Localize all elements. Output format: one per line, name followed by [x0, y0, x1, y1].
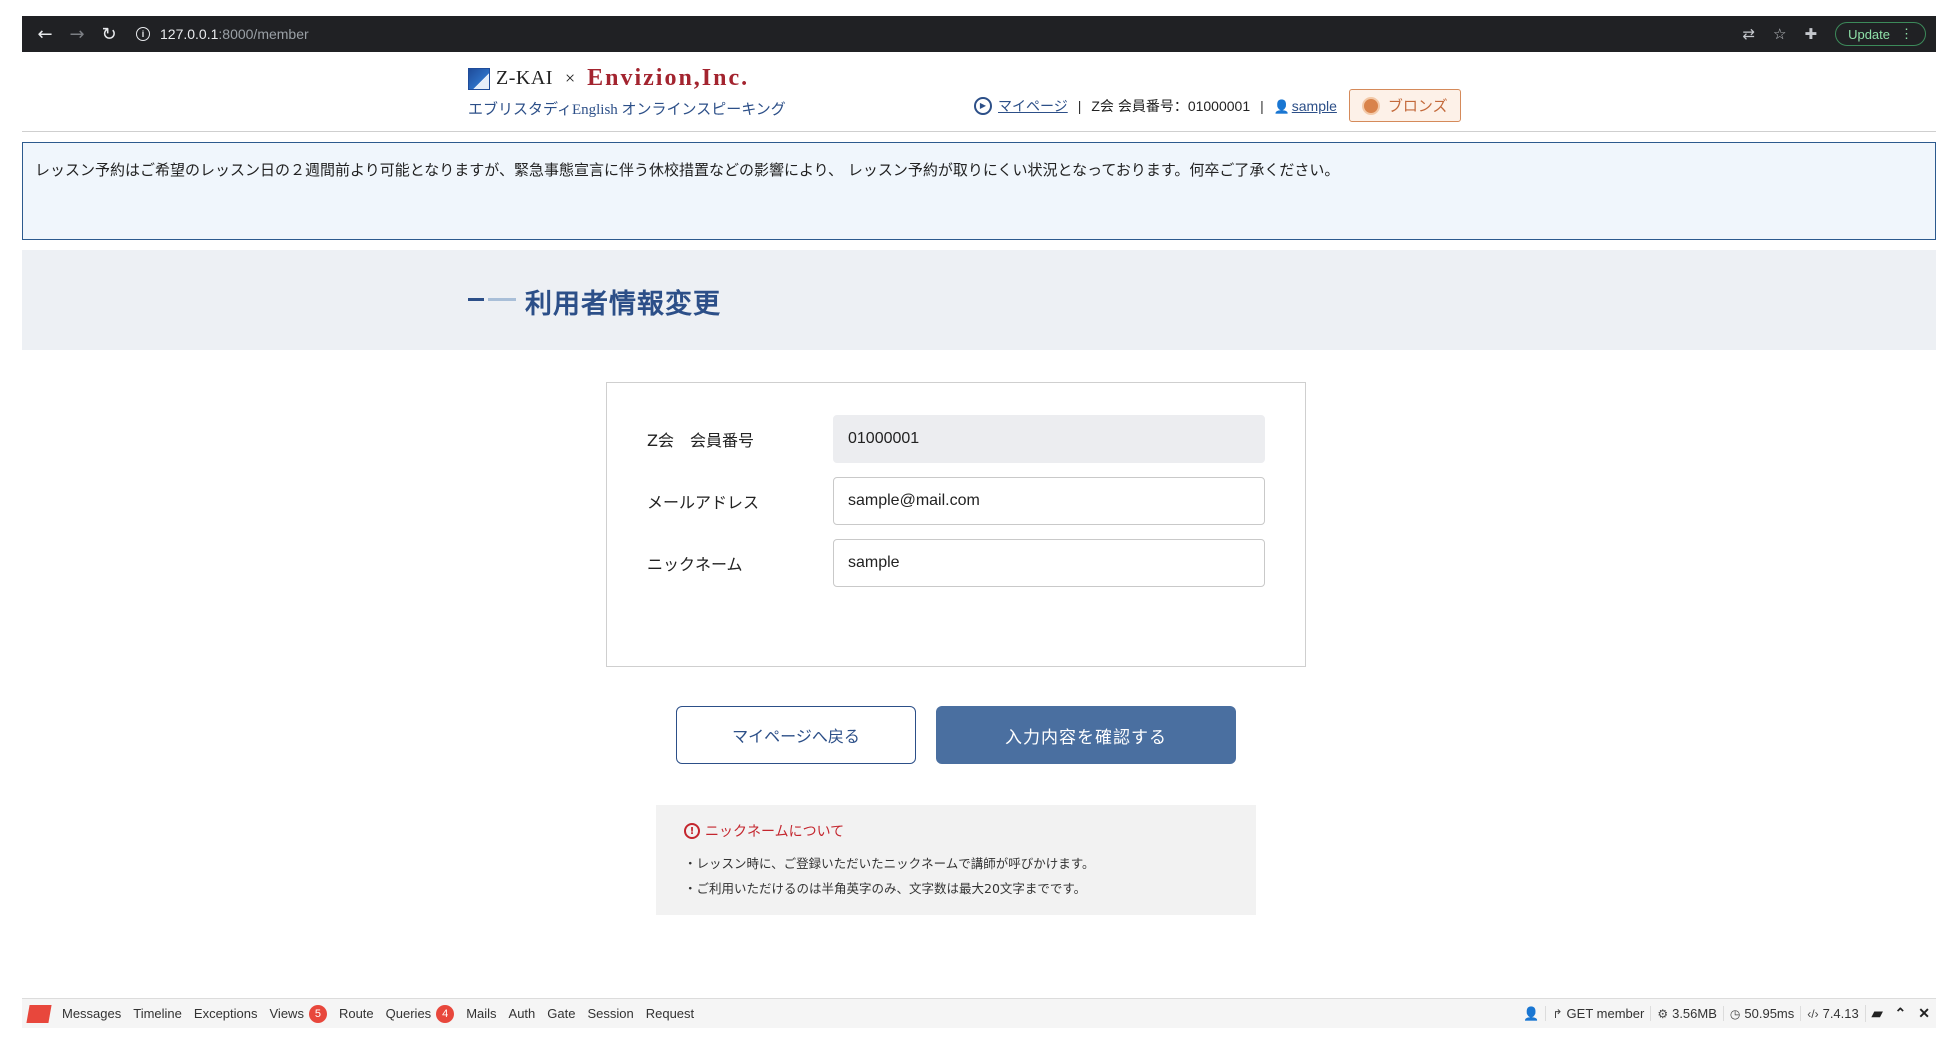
site-header: Z-KAI × Envizion,Inc. エブリスタディEnglish オンラ…	[22, 52, 1936, 132]
member-number-field	[833, 415, 1265, 463]
form-row-email: メールアドレス	[647, 477, 1265, 525]
debugbar-php-stat: ‹/› 7.4.13	[1800, 1006, 1864, 1021]
code-icon: ‹/›	[1807, 1006, 1819, 1021]
logo-subtitle: エブリスタディEnglish オンラインスピーキング	[468, 102, 786, 118]
note-line-2: ・ご利用いただけるのは半角英字のみ、文字数は最大20文字までです。	[684, 881, 1087, 896]
user-icon: 👤	[1273, 99, 1290, 114]
debugbar-tab-exceptions[interactable]: Exceptions	[194, 1006, 258, 1021]
bookmark-star-icon[interactable]: ☆	[1773, 25, 1786, 43]
rank-badge: ブロンズ	[1348, 89, 1461, 122]
debugbar-memory-stat: ⚙ 3.56MB	[1650, 1006, 1723, 1021]
update-label: Update	[1848, 26, 1890, 42]
folder-open-icon[interactable]: ▰	[1864, 1005, 1889, 1022]
back-to-mypage-button[interactable]: マイページへ戻る	[676, 706, 916, 764]
separator: |	[1077, 97, 1082, 114]
close-icon[interactable]: ✕	[1912, 1005, 1936, 1022]
separator: |	[1260, 97, 1264, 114]
info-icon[interactable]: i	[136, 27, 150, 41]
user-link[interactable]: sample	[1292, 98, 1337, 114]
debugbar-tab-timeline[interactable]: Timeline	[133, 1006, 182, 1021]
debugbar-tab-gate[interactable]: Gate	[547, 1006, 575, 1021]
header-user-nav: ▶ マイページ | Z会 会員番号：01000001 | 👤 sample ブロ…	[974, 89, 1461, 122]
logo-envizion: Envizion,Inc.	[587, 65, 750, 91]
extensions-puzzle-icon[interactable]: ✚	[1805, 25, 1818, 43]
php-version-value: 7.4.13	[1822, 1006, 1859, 1021]
debugbar-time-stat[interactable]: ◷ 50.95ms	[1722, 1006, 1800, 1021]
logo-zkai: Z-KAI	[496, 67, 553, 89]
time-value: 50.95ms	[1744, 1006, 1795, 1021]
email-label: メールアドレス	[647, 493, 760, 512]
zkai-logo-icon	[468, 67, 490, 90]
medal-icon	[1361, 96, 1380, 115]
browser-window: ← → ↻ i 127.0.0.1:8000/member ⇄ ☆ ✚ Upda…	[22, 16, 1936, 350]
page-title: 利用者情報変更	[525, 289, 721, 319]
more-vert-icon: ⋮	[1900, 26, 1913, 41]
views-label: Views	[269, 1006, 304, 1021]
back-arrow-icon[interactable]: ←	[32, 21, 58, 47]
debugbar-logo-icon[interactable]	[26, 1004, 52, 1023]
debugbar-tab-messages[interactable]: Messages	[62, 1006, 121, 1021]
play-circle-icon: ▶	[974, 96, 992, 115]
request-value: GET member	[1566, 1006, 1645, 1021]
note-line-1: ・レッスン時に、ご登録いただいたニックネームで講師が呼びかけます。	[684, 856, 1095, 871]
debugbar-user-icon[interactable]: 👤	[1517, 1006, 1545, 1022]
nickname-field[interactable]	[833, 539, 1265, 587]
confirm-input-button[interactable]: 入力内容を確認する	[936, 706, 1236, 764]
update-button[interactable]: Update ⋮	[1835, 22, 1926, 46]
debugbar-tab-auth[interactable]: Auth	[509, 1006, 536, 1021]
notice-banner: レッスン予約はご希望のレッスン日の２週間前より可能となりますが、緊急事態宣言に伴…	[22, 142, 1936, 240]
form-row-member: Z会 会員番号	[647, 415, 1265, 463]
page-title-band: 利用者情報変更	[22, 250, 1936, 350]
debugbar-tab-views[interactable]: Views 5	[269, 1004, 327, 1023]
cogs-icon: ⚙	[1657, 1006, 1669, 1021]
logo-times: ×	[564, 68, 576, 88]
queries-count-badge: 4	[436, 1004, 455, 1023]
views-count-badge: 5	[308, 1004, 327, 1023]
share-icon: ↱	[1552, 1006, 1563, 1021]
debugbar-request-stat[interactable]: ↱ GET member	[1545, 1006, 1650, 1021]
browser-toolbar: ← → ↻ i 127.0.0.1:8000/member ⇄ ☆ ✚ Upda…	[22, 16, 1936, 52]
email-field[interactable]	[833, 477, 1265, 525]
url-host: 127.0.0.1	[160, 26, 219, 42]
nickname-label: ニックネーム	[647, 555, 743, 574]
rank-badge-label: ブロンズ	[1387, 98, 1448, 115]
debugbar-tab-mails[interactable]: Mails	[466, 1006, 496, 1021]
clock-icon: ◷	[1729, 1006, 1741, 1021]
site-logo[interactable]: Z-KAI × Envizion,Inc. エブリスタディEnglish オンラ…	[468, 65, 786, 119]
mypage-link[interactable]: マイページ	[998, 96, 1068, 116]
chevron-up-icon[interactable]: ⌃	[1889, 1005, 1913, 1022]
debugbar: Messages Timeline Exceptions Views 5 Rout…	[22, 998, 1936, 1028]
title-decoration	[468, 298, 516, 301]
debugbar-tab-request[interactable]: Request	[646, 1006, 694, 1021]
note-title-text: ニックネームについて	[705, 824, 845, 840]
notice-text: レッスン予約はご希望のレッスン日の２週間前より可能となりますが、緊急事態宣言に伴…	[35, 161, 1340, 179]
reload-icon[interactable]: ↻	[96, 21, 122, 47]
translate-icon[interactable]: ⇄	[1742, 25, 1755, 43]
nickname-note: ! ニックネームについて ・レッスン時に、ご登録いただいたニックネームで講師が呼…	[656, 805, 1256, 915]
debugbar-tab-session[interactable]: Session	[587, 1006, 633, 1021]
alert-icon: !	[684, 823, 700, 839]
url-path: :8000/member	[218, 26, 309, 42]
member-number: Z会 会員番号：01000001	[1091, 97, 1251, 114]
member-number-label: Z会 会員番号	[647, 431, 754, 450]
form-row-nickname: ニックネーム	[647, 539, 1265, 587]
memory-value: 3.56MB	[1672, 1006, 1717, 1021]
debugbar-tab-route[interactable]: Route	[339, 1006, 374, 1021]
user-info-form: Z会 会員番号 メールアドレス ニックネーム	[606, 382, 1306, 667]
note-title: ! ニックネームについて	[684, 821, 1228, 841]
debugbar-tab-queries[interactable]: Queries 4	[385, 1004, 455, 1023]
forward-arrow-icon[interactable]: →	[64, 21, 90, 47]
queries-label: Queries	[385, 1006, 432, 1021]
address-bar[interactable]: i 127.0.0.1:8000/member	[136, 26, 309, 42]
